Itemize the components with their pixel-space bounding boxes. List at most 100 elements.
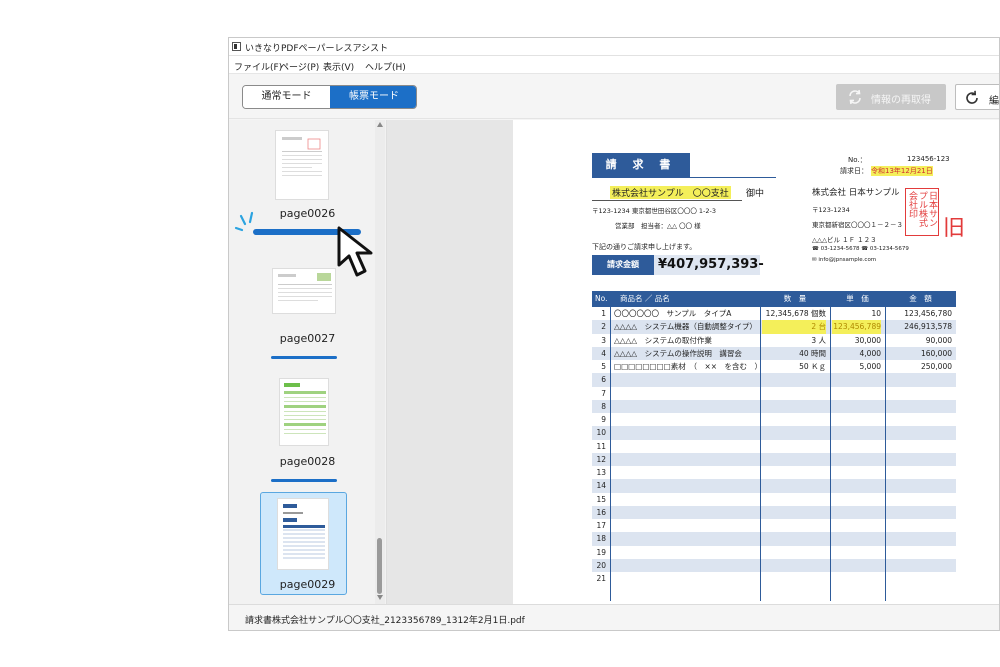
thumbnail-page0026[interactable] — [275, 130, 329, 200]
sidebar-scrollbar[interactable] — [375, 120, 385, 604]
table-row: 16 — [592, 505, 956, 519]
edit-label: 編 — [989, 96, 999, 107]
window-title: いきなりPDFペーパーレスアシスト — [245, 44, 389, 54]
table-row: 5 □□□□□□□□素材 （ ×× を含む ） 50 Ｋｇ 5,000 250,000 — [592, 360, 956, 373]
cell-qty: 12,345,678 個数 — [765, 309, 826, 318]
edit-button[interactable]: 編 — [955, 84, 999, 110]
cell-amount — [887, 493, 952, 506]
recipient-underline — [592, 200, 742, 201]
cell-price — [832, 493, 881, 506]
form-mode-button[interactable]: 帳票モード — [330, 86, 416, 108]
cell-qty: 2 台 — [762, 320, 826, 334]
cell-amount — [887, 559, 952, 572]
app-icon — [232, 42, 241, 51]
cell-amount — [887, 519, 952, 532]
cell-amount — [887, 466, 952, 479]
cell-amount — [887, 479, 952, 492]
cell-amount — [887, 532, 952, 545]
cell-no: 11 — [596, 441, 606, 451]
cell-price — [832, 506, 881, 519]
table-divider — [830, 307, 831, 601]
invoice-intro: 下記の通りご請求申し上げます。 — [592, 243, 697, 251]
col-name-header: 商品名 ／ 品名 — [620, 294, 670, 303]
cell-no: 10 — [596, 428, 606, 438]
cell-qty — [762, 426, 826, 439]
cell-name — [614, 519, 758, 532]
invoice-no-label: No.： — [848, 156, 867, 164]
cell-no: 1 — [601, 309, 606, 318]
cell-price — [832, 400, 881, 413]
cell-price — [832, 479, 881, 492]
issuer-zip: 〒123-1234 — [812, 206, 850, 214]
table-row: 20 — [592, 558, 956, 572]
cell-name — [614, 479, 758, 492]
cell-name — [614, 373, 758, 386]
table-divider — [885, 307, 886, 601]
refetch-label: 情報の再取得 — [871, 95, 931, 106]
normal-mode-button[interactable]: 通常モード — [243, 86, 330, 108]
cell-no: 13 — [596, 468, 606, 477]
cell-name — [614, 572, 758, 585]
table-row: 11 — [592, 440, 956, 453]
cell-amount: 160,000 — [920, 348, 952, 358]
cell-no: 8 — [601, 401, 606, 411]
cell-name — [614, 440, 758, 453]
cell-no: 21 — [596, 574, 606, 583]
issuer-mail: ✉ info@jpnsample.com — [812, 257, 877, 263]
table-row: 9 — [592, 413, 956, 426]
scroll-down-arrow[interactable] — [377, 595, 383, 600]
cell-name — [614, 466, 758, 479]
thumbnail-page0027[interactable] — [272, 268, 336, 314]
invoice-recipient: 株式会社サンプル 〇〇支社 — [610, 186, 731, 199]
table-row: 18 — [592, 532, 956, 546]
cell-amount: 123,456,780 — [904, 309, 952, 318]
cell-name — [614, 426, 758, 439]
cell-name — [614, 532, 758, 545]
rotate-icon — [966, 90, 978, 104]
cell-amount: 250,000 — [920, 362, 952, 371]
cell-name — [614, 413, 758, 426]
cell-no: 3 — [601, 335, 606, 345]
cell-no: 14 — [596, 481, 606, 491]
status-filename: 請求書株式会社サンプル〇〇支社_2123356789_1312年2月1日.pdf — [245, 616, 525, 626]
thumbnail-page0028-preview — [284, 383, 326, 434]
issuer-address: 東京都新宿区〇〇〇１－２－３ — [812, 221, 903, 229]
thumbnail-page0028[interactable] — [279, 378, 329, 446]
menu-view[interactable]: 表示(V) — [323, 60, 354, 73]
cell-no: 18 — [596, 534, 606, 544]
cell-amount — [887, 506, 952, 519]
document-preview[interactable]: 請 求 書 No.： 123456-123 請求日： 令和13年12月21日 株… — [513, 120, 999, 604]
cell-amount — [887, 373, 952, 386]
status-bar: 請求書株式会社サンプル〇〇支社_2123356789_1312年2月1日.pdf — [229, 604, 999, 630]
issuer-building: △△△ビル １Ｆ １２３ — [812, 236, 877, 244]
cell-price — [832, 426, 881, 439]
thumbnail-page0029[interactable] — [277, 498, 329, 570]
cell-price: 10 — [871, 309, 881, 318]
invoice-honorific: 御中 — [746, 189, 765, 199]
cell-amount — [887, 387, 952, 400]
cell-no: 16 — [596, 507, 606, 517]
refetch-info-button[interactable]: 情報の再取得 — [836, 84, 946, 110]
cell-amount — [887, 400, 952, 413]
recipient-address: 〒123-1234 東京都世田谷区〇〇〇 1-2-3 — [592, 207, 717, 215]
table-row: 12 — [592, 452, 956, 466]
table-row: 17 — [592, 519, 956, 532]
col-no-header: No. — [595, 294, 608, 303]
scroll-up-arrow[interactable] — [377, 122, 383, 127]
recipient-dept: 営業部 担当者：△△ 〇〇 様 — [615, 222, 701, 230]
cell-price — [832, 572, 881, 585]
thumbnail-underline-page0028 — [271, 479, 337, 482]
cell-price — [832, 532, 881, 545]
table-row: 4 △△△△ システムの操作説明 講習会 40 時間 4,000 160,000 — [592, 346, 956, 360]
menu-help[interactable]: ヘルプ(H) — [365, 60, 406, 73]
cell-qty — [762, 373, 826, 386]
table-row: 21 — [592, 572, 956, 585]
scroll-thumb[interactable] — [377, 538, 382, 594]
menu-page[interactable]: ページ(P) — [280, 60, 319, 73]
table-row: 13 — [592, 466, 956, 479]
amount-label: 請求金額 — [592, 255, 654, 275]
menu-file[interactable]: ファイル(F) — [234, 60, 282, 73]
thumbnail-label-page0029: page0029 — [279, 578, 336, 591]
cell-name: 〇〇〇〇〇〇 サンプル タイプA — [614, 309, 732, 318]
cell-price — [832, 546, 881, 559]
